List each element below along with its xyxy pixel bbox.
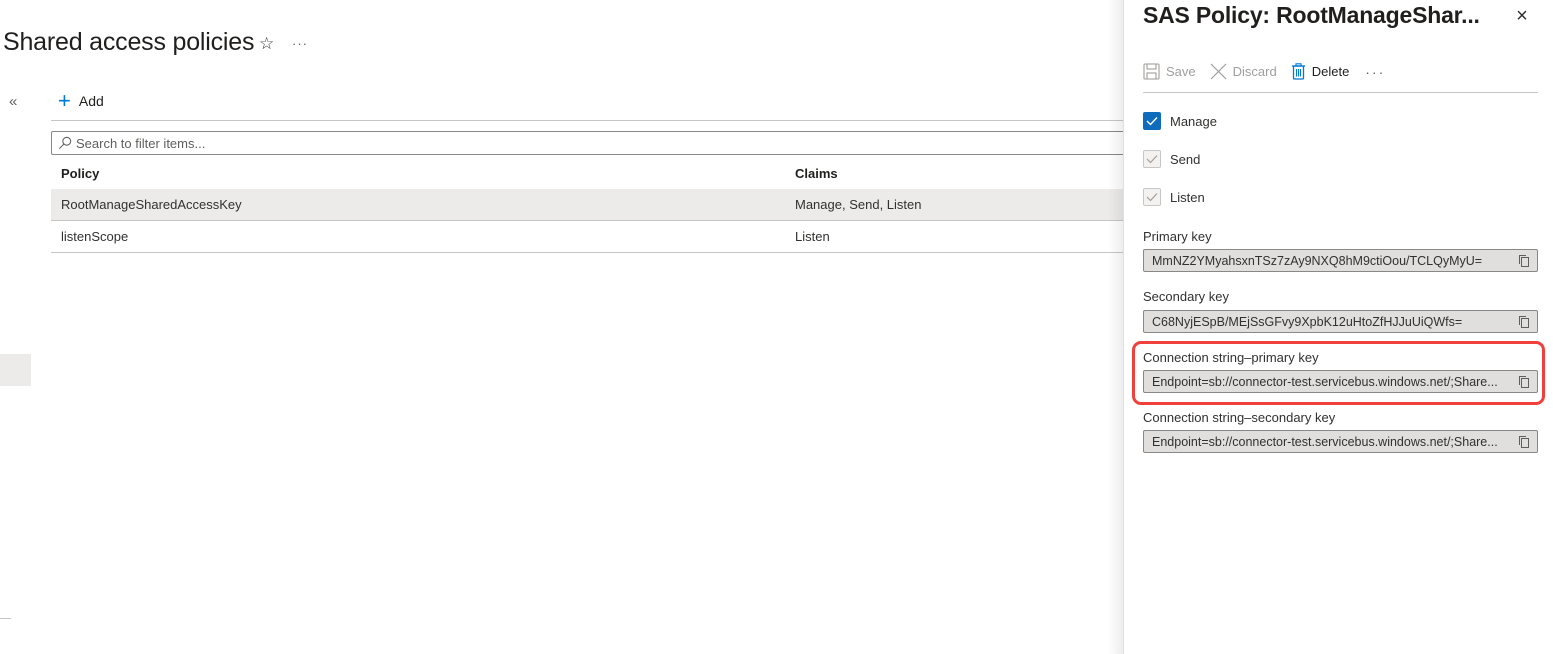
secondary-key-label: Secondary key	[1143, 289, 1229, 304]
copy-connection-string-secondary-button[interactable]	[1511, 431, 1537, 452]
copy-primary-key-button[interactable]	[1511, 250, 1537, 271]
save-label: Save	[1166, 64, 1196, 79]
checkmark-icon	[1146, 193, 1158, 202]
claims-cell: Manage, Send, Listen	[795, 197, 922, 212]
policy-name-cell: RootManageSharedAccessKey	[61, 197, 242, 212]
listen-checkbox-row: Listen	[1143, 188, 1205, 206]
save-button[interactable]: Save	[1143, 63, 1196, 80]
checkmark-icon	[1146, 117, 1158, 126]
manage-checkbox-row[interactable]: Manage	[1143, 112, 1217, 130]
more-options-button[interactable]: ···	[292, 36, 308, 51]
connection-string-secondary-label: Connection string–secondary key	[1143, 410, 1336, 425]
table-row[interactable]: RootManageSharedAccessKey Manage, Send, …	[51, 189, 1131, 221]
panel-shadow	[1108, 0, 1123, 654]
manage-checkbox[interactable]	[1143, 112, 1161, 130]
secondary-key-value[interactable]: C68NyjESpB/MEjSsGFvy9XpbK12uHtoZfHJJuUiQ…	[1144, 315, 1511, 329]
delete-button[interactable]: Delete	[1291, 63, 1350, 80]
table-header: Policy Claims	[51, 158, 1131, 189]
copy-icon	[1519, 376, 1529, 388]
close-panel-button[interactable]: ×	[1512, 5, 1532, 27]
search-input[interactable]	[76, 135, 976, 151]
primary-key-field[interactable]: MmNZ2YMyahsxnTSz7zAy9NXQ8hM9ctiOou/TCLQy…	[1143, 249, 1538, 272]
save-icon	[1143, 63, 1160, 80]
policies-table: Policy Claims RootManageSharedAccessKey …	[51, 158, 1131, 253]
connection-string-secondary-value[interactable]: Endpoint=sb://connector-test.servicebus.…	[1144, 435, 1511, 449]
favorite-star-icon[interactable]: ☆	[259, 34, 274, 54]
copy-icon	[1519, 436, 1529, 448]
search-box[interactable]	[51, 131, 1142, 155]
listen-checkbox	[1143, 188, 1161, 206]
collapse-sidebar-icon[interactable]: «	[9, 93, 17, 110]
connection-string-primary-value[interactable]: Endpoint=sb://connector-test.servicebus.…	[1144, 375, 1511, 389]
panel-title: SAS Policy: RootManageShar...	[1143, 2, 1480, 28]
sidebar-selected-item-fragment	[0, 354, 31, 386]
policy-name-cell: listenScope	[61, 229, 129, 244]
toolbar-divider	[51, 120, 1131, 121]
copy-connection-string-primary-button[interactable]	[1511, 371, 1537, 392]
primary-key-label: Primary key	[1143, 229, 1212, 244]
more-commands-button[interactable]: ···	[1365, 64, 1385, 80]
send-checkbox	[1143, 150, 1161, 168]
page-title: Shared access policies	[3, 28, 255, 56]
command-bar-divider	[1143, 92, 1538, 93]
checkmark-icon	[1146, 155, 1158, 164]
table-row[interactable]: listenScope Listen	[51, 221, 1131, 253]
send-label: Send	[1170, 151, 1201, 167]
connection-string-primary-field[interactable]: Endpoint=sb://connector-test.servicebus.…	[1143, 370, 1538, 393]
connection-string-secondary-field[interactable]: Endpoint=sb://connector-test.servicebus.…	[1143, 430, 1538, 453]
primary-key-value[interactable]: MmNZ2YMyahsxnTSz7zAy9NXQ8hM9ctiOou/TCLQy…	[1144, 254, 1511, 268]
discard-label: Discard	[1232, 64, 1277, 79]
delete-label: Delete	[1311, 64, 1350, 79]
claims-cell: Listen	[795, 229, 830, 244]
search-icon	[58, 136, 72, 150]
trash-icon	[1291, 63, 1305, 80]
add-policy-button[interactable]: + Add	[58, 88, 104, 113]
send-checkbox-row: Send	[1143, 150, 1200, 168]
column-header-claims[interactable]: Claims	[795, 166, 1131, 181]
manage-label: Manage	[1170, 113, 1217, 129]
sidebar-divider-fragment	[0, 618, 11, 619]
plus-icon: +	[58, 88, 71, 113]
listen-label: Listen	[1170, 189, 1205, 205]
connection-string-primary-label: Connection string–primary key	[1143, 350, 1319, 365]
secondary-key-field[interactable]: C68NyjESpB/MEjSsGFvy9XpbK12uHtoZfHJJuUiQ…	[1143, 310, 1538, 333]
copy-secondary-key-button[interactable]	[1511, 311, 1537, 332]
copy-icon	[1519, 316, 1529, 328]
discard-x-icon	[1210, 63, 1227, 80]
column-header-policy[interactable]: Policy	[51, 166, 795, 181]
discard-button[interactable]: Discard	[1210, 63, 1277, 80]
copy-icon	[1519, 255, 1529, 267]
panel-command-bar: Save Discard Delete ···	[1143, 63, 1385, 80]
add-label: Add	[78, 93, 104, 109]
